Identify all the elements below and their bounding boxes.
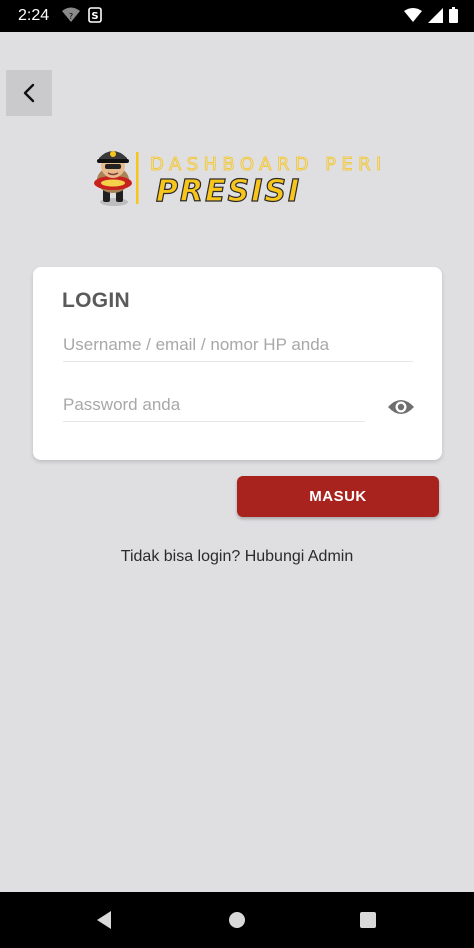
logo-title: PRESISI xyxy=(156,174,301,209)
nav-back-icon[interactable] xyxy=(95,910,113,930)
signal-icon xyxy=(428,7,443,23)
login-title: LOGIN xyxy=(62,289,130,312)
wifi-icon xyxy=(404,7,422,22)
svg-text:S: S xyxy=(91,11,98,22)
username-input[interactable]: Username / email / nomor HP anda xyxy=(63,329,413,362)
nav-recents-icon[interactable] xyxy=(359,911,377,929)
status-right-icons xyxy=(404,7,458,23)
navigation-bar xyxy=(0,892,474,948)
status-time: 2:24 xyxy=(18,7,50,24)
wifi-question-icon: ? xyxy=(62,7,80,22)
battery-icon xyxy=(449,7,458,23)
s-app-icon: S xyxy=(88,7,102,23)
status-bar: 2:24 ? S xyxy=(0,0,474,32)
eye-icon[interactable] xyxy=(387,397,415,417)
app-logo: DASHBOARD PERINTIS PRESISI xyxy=(94,151,388,210)
status-left-icons: ? S xyxy=(62,7,102,23)
password-input[interactable]: Password anda xyxy=(63,389,365,422)
police-mascot-icon xyxy=(94,151,132,206)
back-button[interactable] xyxy=(6,70,52,116)
logo-subtitle: DASHBOARD PERINTIS xyxy=(150,154,388,175)
login-card: LOGIN Username / email / nomor HP anda P… xyxy=(33,267,442,460)
contact-admin-link[interactable]: Tidak bisa login? Hubungi Admin xyxy=(0,548,474,566)
nav-home-icon[interactable] xyxy=(228,911,246,929)
chevron-left-icon xyxy=(23,83,35,103)
masuk-button[interactable]: MASUK xyxy=(237,476,439,517)
svg-text:?: ? xyxy=(69,12,73,21)
